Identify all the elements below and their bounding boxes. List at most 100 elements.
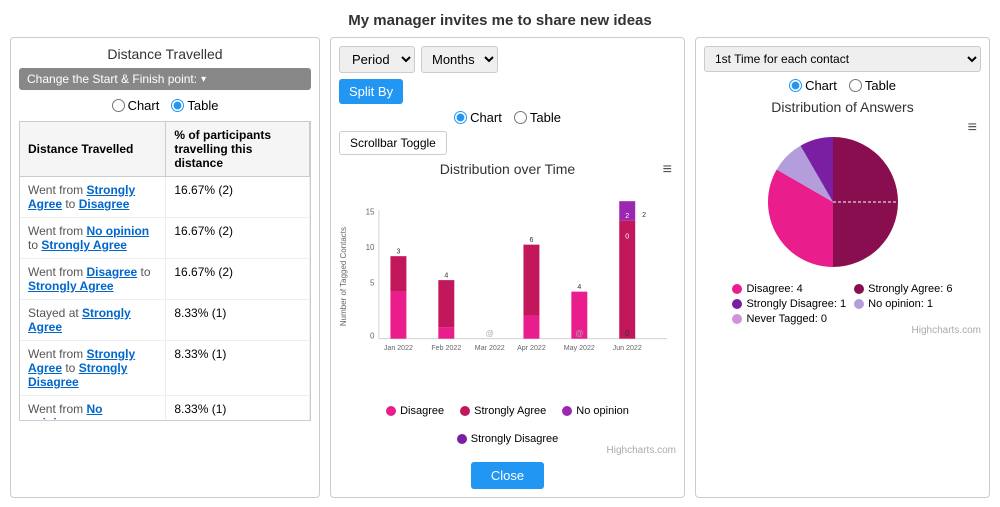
distance-cell: Went from Disagree to Strongly Agree: [20, 259, 166, 300]
start-finish-label: Change the Start & Finish point:: [27, 72, 197, 86]
distance-cell: Went from No opinion to Strongly Agree: [20, 218, 166, 259]
svg-text:0: 0: [625, 232, 629, 240]
dist-title: Distribution of Answers: [704, 99, 981, 115]
main-layout: Distance Travelled Change the Start & Fi…: [0, 37, 1000, 498]
table-row: Went from Strongly Agree to Disagree16.6…: [20, 177, 310, 218]
legend-never-tagged-right: Never Tagged: 0: [732, 313, 846, 325]
legend-disagree-right: Disagree: 4: [732, 283, 846, 295]
svg-text:4: 4: [444, 271, 448, 279]
mid-chart-table-toggle: Chart Table: [339, 110, 676, 125]
start-finish-button[interactable]: Change the Start & Finish point: ▾: [19, 68, 311, 90]
dropdown-arrow-icon: ▾: [201, 74, 206, 85]
svg-text:@: @: [575, 329, 583, 338]
pct-cell: 8.33% (1): [166, 341, 310, 396]
legend-strongly-disagree: Strongly Disagree: [457, 433, 558, 445]
left-panel: Distance Travelled Change the Start & Fi…: [10, 37, 320, 498]
distance-cell: Went from Strongly Agree to Disagree: [20, 177, 166, 218]
mid-chart-title: Distribution over Time: [339, 161, 676, 177]
right-chart-legend: Disagree: 4 Strongly Disagree: 1 Never T…: [704, 283, 981, 325]
distribution-chart-area: Distribution over Time ≡ 15 10 5 0 Numbe…: [339, 161, 676, 401]
svg-text:Apr 2022: Apr 2022: [517, 344, 546, 352]
table-row: Went from Strongly Agree to Strongly Dis…: [20, 341, 310, 396]
right-panel: 1st Time for each contact Chart Table Di…: [695, 37, 990, 498]
mid-table-radio[interactable]: [514, 111, 527, 124]
left-chart-radio-label[interactable]: Chart: [112, 98, 160, 113]
legend-disagree-dot: [386, 406, 396, 416]
svg-text:10: 10: [366, 243, 375, 252]
distance-table: Distance Travelled % of participants tra…: [20, 122, 310, 421]
svg-text:4: 4: [577, 283, 581, 291]
svg-text:Number of Tagged Contacts: Number of Tagged Contacts: [339, 227, 348, 326]
svg-text:Jan 2022: Jan 2022: [384, 344, 413, 352]
mid-hamburger-icon[interactable]: ≡: [663, 161, 672, 179]
col-distance: Distance Travelled: [20, 122, 166, 177]
right-chart-table-toggle: Chart Table: [704, 78, 981, 93]
bar-chart-svg: 15 10 5 0 Number of Tagged Contacts 4 3 …: [339, 181, 676, 381]
svg-text:May 2022: May 2022: [564, 344, 595, 352]
right-table-radio-label[interactable]: Table: [849, 78, 896, 93]
legend-strongly-agree-right: Strongly Agree: 6: [854, 283, 952, 295]
legend-strongly-agree-dot: [460, 406, 470, 416]
period-row: Period Months: [339, 46, 676, 73]
close-button[interactable]: Close: [471, 462, 544, 489]
svg-text:6: 6: [529, 236, 533, 244]
mid-table-label: Table: [530, 110, 561, 125]
pct-cell: 8.33% (1): [166, 300, 310, 341]
legend-disagree-right-label: Disagree: 4: [746, 283, 802, 295]
col-pct: % of participants travelling this distan…: [166, 122, 310, 177]
legend-no-opinion: No opinion: [562, 405, 629, 417]
distance-table-container: Distance Travelled % of participants tra…: [19, 121, 311, 421]
right-top-row: 1st Time for each contact: [704, 46, 981, 72]
svg-text:5: 5: [370, 278, 375, 287]
split-by-button[interactable]: Split By: [339, 79, 403, 104]
table-row: Went from No opinion...8.33% (1): [20, 396, 310, 422]
legend-strongly-agree-label: Strongly Agree: [474, 405, 546, 417]
left-table-radio[interactable]: [171, 99, 184, 112]
contact-select[interactable]: 1st Time for each contact: [704, 46, 981, 72]
legend-no-opinion-right: No opinion: 1: [854, 298, 952, 310]
mid-table-radio-label[interactable]: Table: [514, 110, 561, 125]
mid-highcharts-credit: Highcharts.com: [339, 445, 676, 456]
mid-chart-radio[interactable]: [454, 111, 467, 124]
table-row: Went from No opinion to Strongly Agree16…: [20, 218, 310, 259]
svg-text:Jun 2022: Jun 2022: [613, 344, 642, 352]
distance-cell: Went from Strongly Agree to Strongly Dis…: [20, 341, 166, 396]
months-select[interactable]: Months: [421, 46, 498, 73]
pie-chart-area: ≡: [704, 119, 981, 279]
left-chart-table-toggle: Chart Table: [19, 98, 311, 113]
right-chart-radio[interactable]: [789, 79, 802, 92]
right-table-radio[interactable]: [849, 79, 862, 92]
pct-cell: 16.67% (2): [166, 177, 310, 218]
pct-cell: 16.67% (2): [166, 259, 310, 300]
mid-chart-legend: Disagree Strongly Agree No opinion Stron…: [339, 405, 676, 445]
page-title: My manager invites me to share new ideas: [0, 0, 1000, 37]
legend-no-opinion-right-label: No opinion: 1: [868, 298, 933, 310]
svg-text:Mar 2022: Mar 2022: [475, 344, 505, 352]
period-select[interactable]: Period: [339, 46, 415, 73]
left-table-label: Table: [187, 98, 218, 113]
right-legend-col-right: Strongly Agree: 6 No opinion: 1: [854, 283, 952, 325]
pct-cell: 16.67% (2): [166, 218, 310, 259]
table-row: Went from Disagree to Strongly Agree16.6…: [20, 259, 310, 300]
svg-text:Feb 2022: Feb 2022: [431, 344, 461, 352]
svg-text:2: 2: [625, 212, 629, 220]
right-chart-label: Chart: [805, 78, 837, 93]
right-hamburger-icon[interactable]: ≡: [968, 119, 977, 137]
left-chart-radio[interactable]: [112, 99, 125, 112]
legend-disagree-right-dot: [732, 284, 742, 294]
scrollbar-toggle-button[interactable]: Scrollbar Toggle: [339, 131, 447, 155]
mid-chart-label: Chart: [470, 110, 502, 125]
mid-chart-radio-label[interactable]: Chart: [454, 110, 502, 125]
left-table-radio-label[interactable]: Table: [171, 98, 218, 113]
left-chart-label: Chart: [128, 98, 160, 113]
legend-strongly-disagree-right: Strongly Disagree: 1: [732, 298, 846, 310]
legend-never-tagged-right-dot: [732, 314, 742, 324]
svg-text:3: 3: [396, 248, 400, 256]
right-chart-radio-label[interactable]: Chart: [789, 78, 837, 93]
svg-text:0: 0: [370, 332, 375, 341]
svg-text:@: @: [486, 329, 494, 338]
right-table-label: Table: [865, 78, 896, 93]
middle-panel: Period Months Split By Chart Table Scrol…: [330, 37, 685, 498]
distance-cell: Went from No opinion...: [20, 396, 166, 422]
left-panel-title: Distance Travelled: [19, 46, 311, 62]
